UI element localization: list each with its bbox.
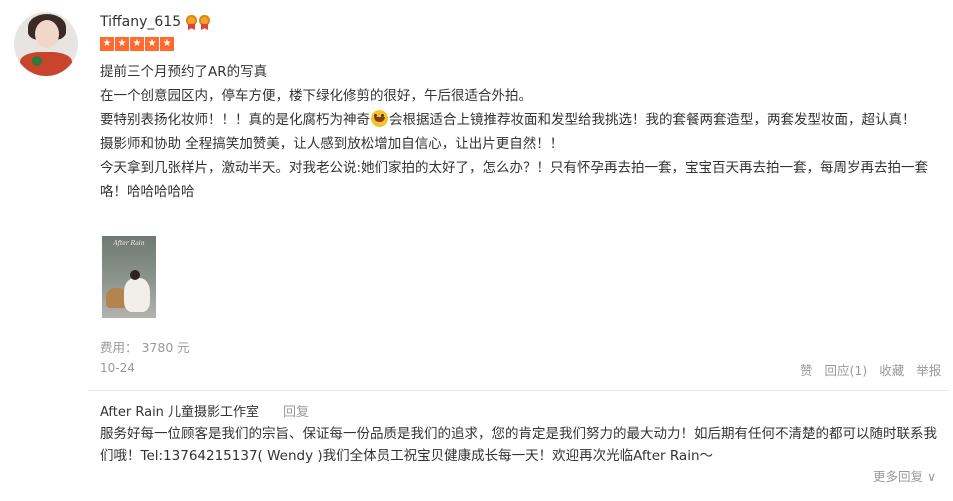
photo-girl xyxy=(124,278,150,312)
review-line-part: 要特别表扬化妆师！！！真的是化腐朽为神奇 xyxy=(100,112,370,128)
review-line-part: 会根据适合上镜推荐妆面和发型给我挑选！我的套餐两套造型，两套发型妆面，超认真！ xyxy=(389,112,916,128)
review-photo-thumbnail[interactable]: After Rain xyxy=(102,236,156,318)
avatar-face xyxy=(35,20,59,48)
review-text: 提前三个月预约了AR的写真 在一个创意园区内，停车方便，楼下绿化修剪的很好，午后… xyxy=(100,60,930,204)
more-replies-button[interactable]: 更多回复 ∨ xyxy=(873,466,936,485)
report-button[interactable]: 举报 xyxy=(916,360,941,379)
avatar-food xyxy=(20,52,72,76)
star-icon: ★ xyxy=(145,37,159,51)
review-fee: 费用： 3780 元 xyxy=(100,340,190,355)
star-icon: ★ xyxy=(160,37,174,51)
like-button[interactable]: 赞 xyxy=(800,360,813,379)
merchant-name[interactable]: After Rain 儿童摄影工作室 xyxy=(100,401,259,420)
user-medals xyxy=(186,15,210,30)
review-line: 今天拿到几张样片，激动半天。对我老公说:她们家拍的太好了，怎么办？！只有怀孕再去… xyxy=(100,160,929,200)
username[interactable]: Tiffany_615 xyxy=(100,14,181,30)
review-actions: 赞 回应(1) 收藏 举报 xyxy=(800,360,941,379)
user-avatar[interactable] xyxy=(14,12,78,76)
star-icon: ★ xyxy=(100,37,114,51)
review-line: 提前三个月预约了AR的写真 xyxy=(100,64,268,80)
star-icon: ★ xyxy=(115,37,129,51)
photo-girl-head xyxy=(130,270,140,280)
medal-icon xyxy=(199,15,210,30)
star-icon: ★ xyxy=(130,37,144,51)
medal-icon xyxy=(186,15,197,30)
reply-count-button[interactable]: 回应(1) xyxy=(825,360,868,379)
merchant-reply-link[interactable]: 回复 xyxy=(283,401,309,420)
avatar-food-garnish xyxy=(32,56,42,66)
photo-watermark: After Rain xyxy=(113,240,145,247)
laughing-emoji-icon xyxy=(371,110,388,127)
favorite-button[interactable]: 收藏 xyxy=(879,360,904,379)
review-line: 要特别表扬化妆师！！！真的是化腐朽为神奇 会根据适合上镜推荐妆面和发型给我挑选！我… xyxy=(100,108,930,132)
rating-stars: ★ ★ ★ ★ ★ xyxy=(100,37,174,51)
merchant-reply-text: 服务好每一位顾客是我们的宗旨、保证每一份品质是我们的追求，您的肯定是我们努力的最… xyxy=(100,426,937,464)
review-line: 摄影师和协助 全程搞笑加赞美，让人感到放松增加自信心，让出片更自然！！ xyxy=(100,136,564,152)
review-date: 10-24 xyxy=(100,361,135,375)
review-line: 在一个创意园区内，停车方便，楼下绿化修剪的很好，午后很适合外拍。 xyxy=(100,88,532,104)
